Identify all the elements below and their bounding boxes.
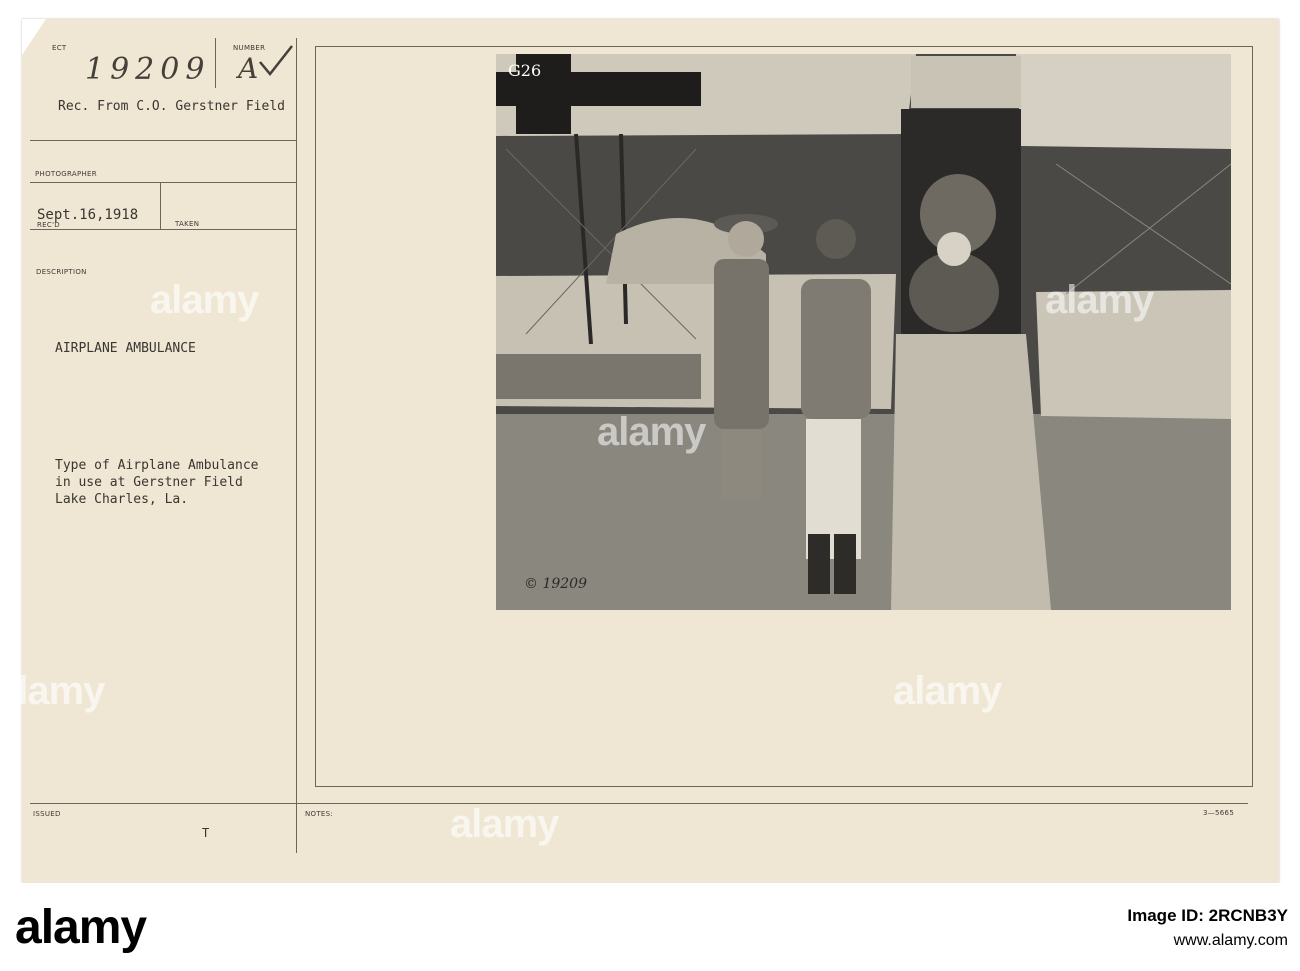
watermark-photo-right: alamy [1045,278,1154,322]
rule-1 [30,140,296,141]
rule-bottom [30,803,1248,804]
label-issued: ISSUED [33,810,61,818]
label-description: DESCRIPTION [36,268,87,276]
date-received: Sept.16,1918 [37,207,139,223]
footer-logo-rest: lamy [40,901,147,954]
description-title: AIRPLANE AMBULANCE [55,341,196,356]
image-id: Image ID: 2RCNB3Y [1127,906,1288,925]
form-code: 3—5665 [1203,809,1235,817]
label-photographer: PHOTOGRAPHER [35,170,97,178]
watermark-bottom-mid: alamy [450,802,559,846]
rule-3 [30,229,296,230]
rule-date-divider [160,182,161,229]
site-url[interactable]: www.alamy.com [958,932,1288,950]
label-taken: TAKEN [175,220,200,228]
received-from: Rec. From C.O. Gerstner Field [58,99,285,114]
watermark-bottom-right: alamy [893,669,1002,713]
watermark-photo-left: alamy [597,410,706,454]
description-body: Type of Airplane Ambulance in use at Ger… [55,457,259,508]
number-check-mark [259,45,293,76]
watermark-left-top: alamy [150,278,259,322]
label-notes: NOTES: [305,810,334,818]
description-line-1: Type of Airplane Ambulance [55,458,259,473]
label-subject: ECT [52,44,67,52]
footer-bar [0,883,1300,971]
photograph-illustration [496,54,1231,610]
photograph: G26 © 19209 [496,54,1231,610]
torn-corner [22,19,46,55]
rule-2 [30,182,296,183]
watermark-bottom-left: alamy [0,669,105,713]
rule-number-divider [215,38,216,88]
plane-marking: G26 [508,61,542,80]
description-line-3: Lake Charles, La. [55,492,189,507]
issued-mark: T [202,826,210,840]
alamy-logo-icon: a [15,901,42,954]
column-divider [296,38,297,853]
negative-number: © 19209 [524,576,587,592]
subject-number: 19209 [85,52,211,87]
footer-logo[interactable]: aalamylamy [15,900,147,955]
description-line-2: in use at Gerstner Field [55,475,243,490]
